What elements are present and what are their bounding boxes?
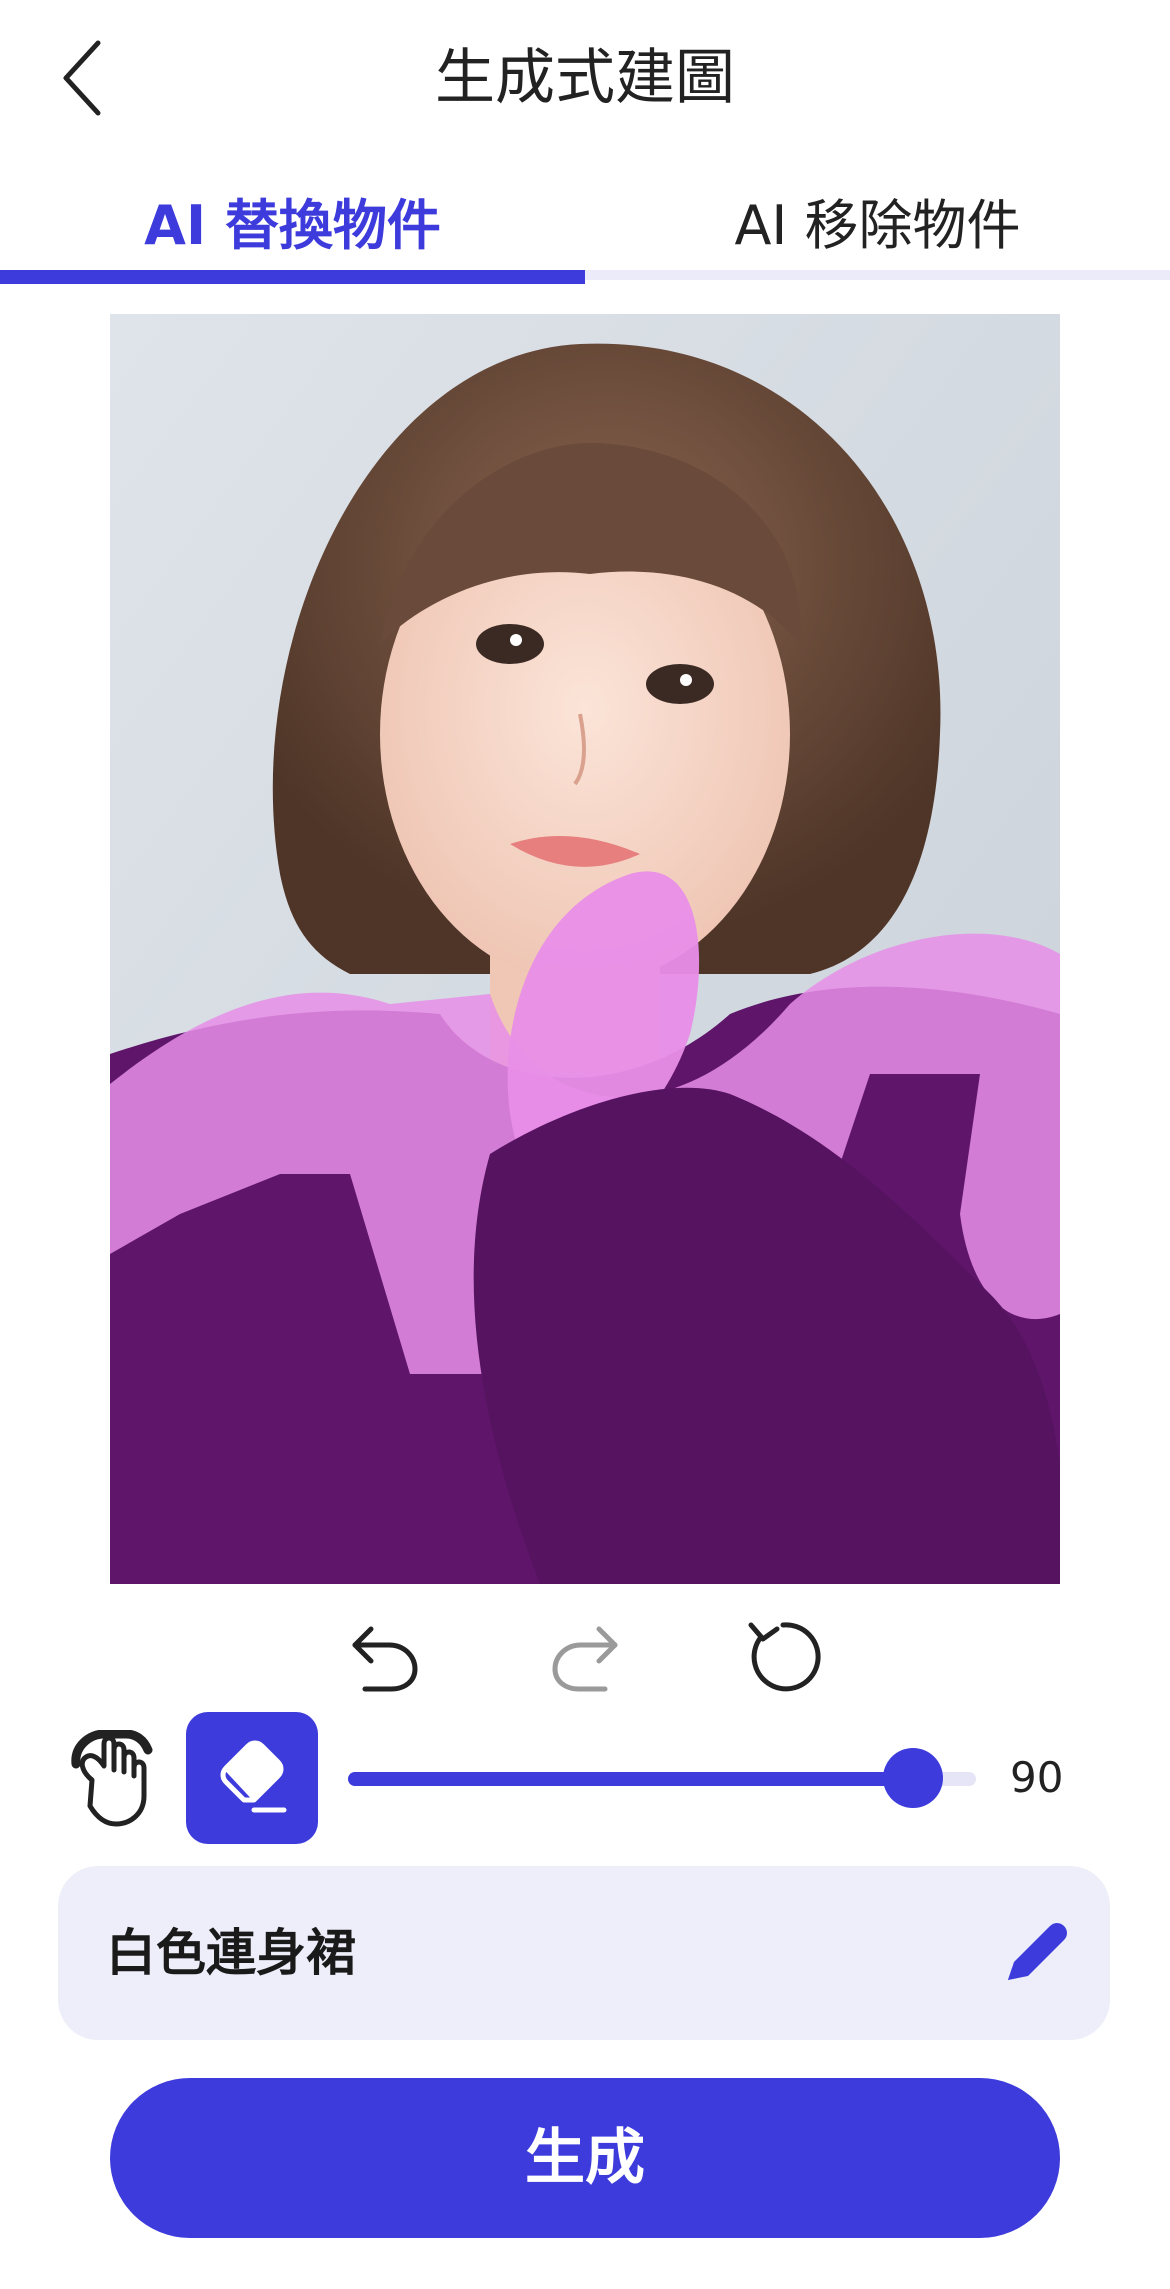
- eraser-tool-button[interactable]: [186, 1712, 318, 1844]
- generate-button[interactable]: 生成: [110, 2078, 1060, 2238]
- image-canvas[interactable]: [110, 314, 1060, 1584]
- undo-icon: [352, 1626, 418, 1692]
- prompt-field[interactable]: 白色連身裙: [58, 1866, 1110, 2040]
- brush-controls: 90: [0, 1710, 1170, 1846]
- history-toolbar: [0, 1600, 1170, 1720]
- tab-ai-remove[interactable]: AI 移除物件: [585, 176, 1170, 276]
- tab-ai-replace[interactable]: AI 替換物件: [0, 176, 585, 276]
- undo-button[interactable]: [330, 1600, 440, 1710]
- slider-thumb[interactable]: [883, 1748, 943, 1808]
- header: 生成式建圖: [0, 0, 1170, 160]
- pen-icon: [1008, 1923, 1067, 1980]
- tab-active-indicator: [0, 270, 585, 284]
- hand-tool-button[interactable]: [70, 1729, 160, 1830]
- edit-prompt-button[interactable]: [1000, 1918, 1070, 1988]
- reset-button[interactable]: [728, 1600, 838, 1710]
- redo-button[interactable]: [530, 1600, 640, 1710]
- hand-icon: [71, 1729, 153, 1827]
- brush-size-slider[interactable]: [348, 1748, 976, 1808]
- slider-fill: [348, 1772, 913, 1786]
- portrait-image: [110, 314, 1060, 1584]
- prompt-text[interactable]: 白色連身裙: [106, 1918, 356, 1988]
- reset-icon: [748, 1622, 821, 1692]
- page-title: 生成式建圖: [435, 43, 735, 113]
- eraser-icon: [220, 1740, 287, 1813]
- redo-icon: [552, 1626, 618, 1692]
- brush-size-value: 90: [1010, 1753, 1064, 1802]
